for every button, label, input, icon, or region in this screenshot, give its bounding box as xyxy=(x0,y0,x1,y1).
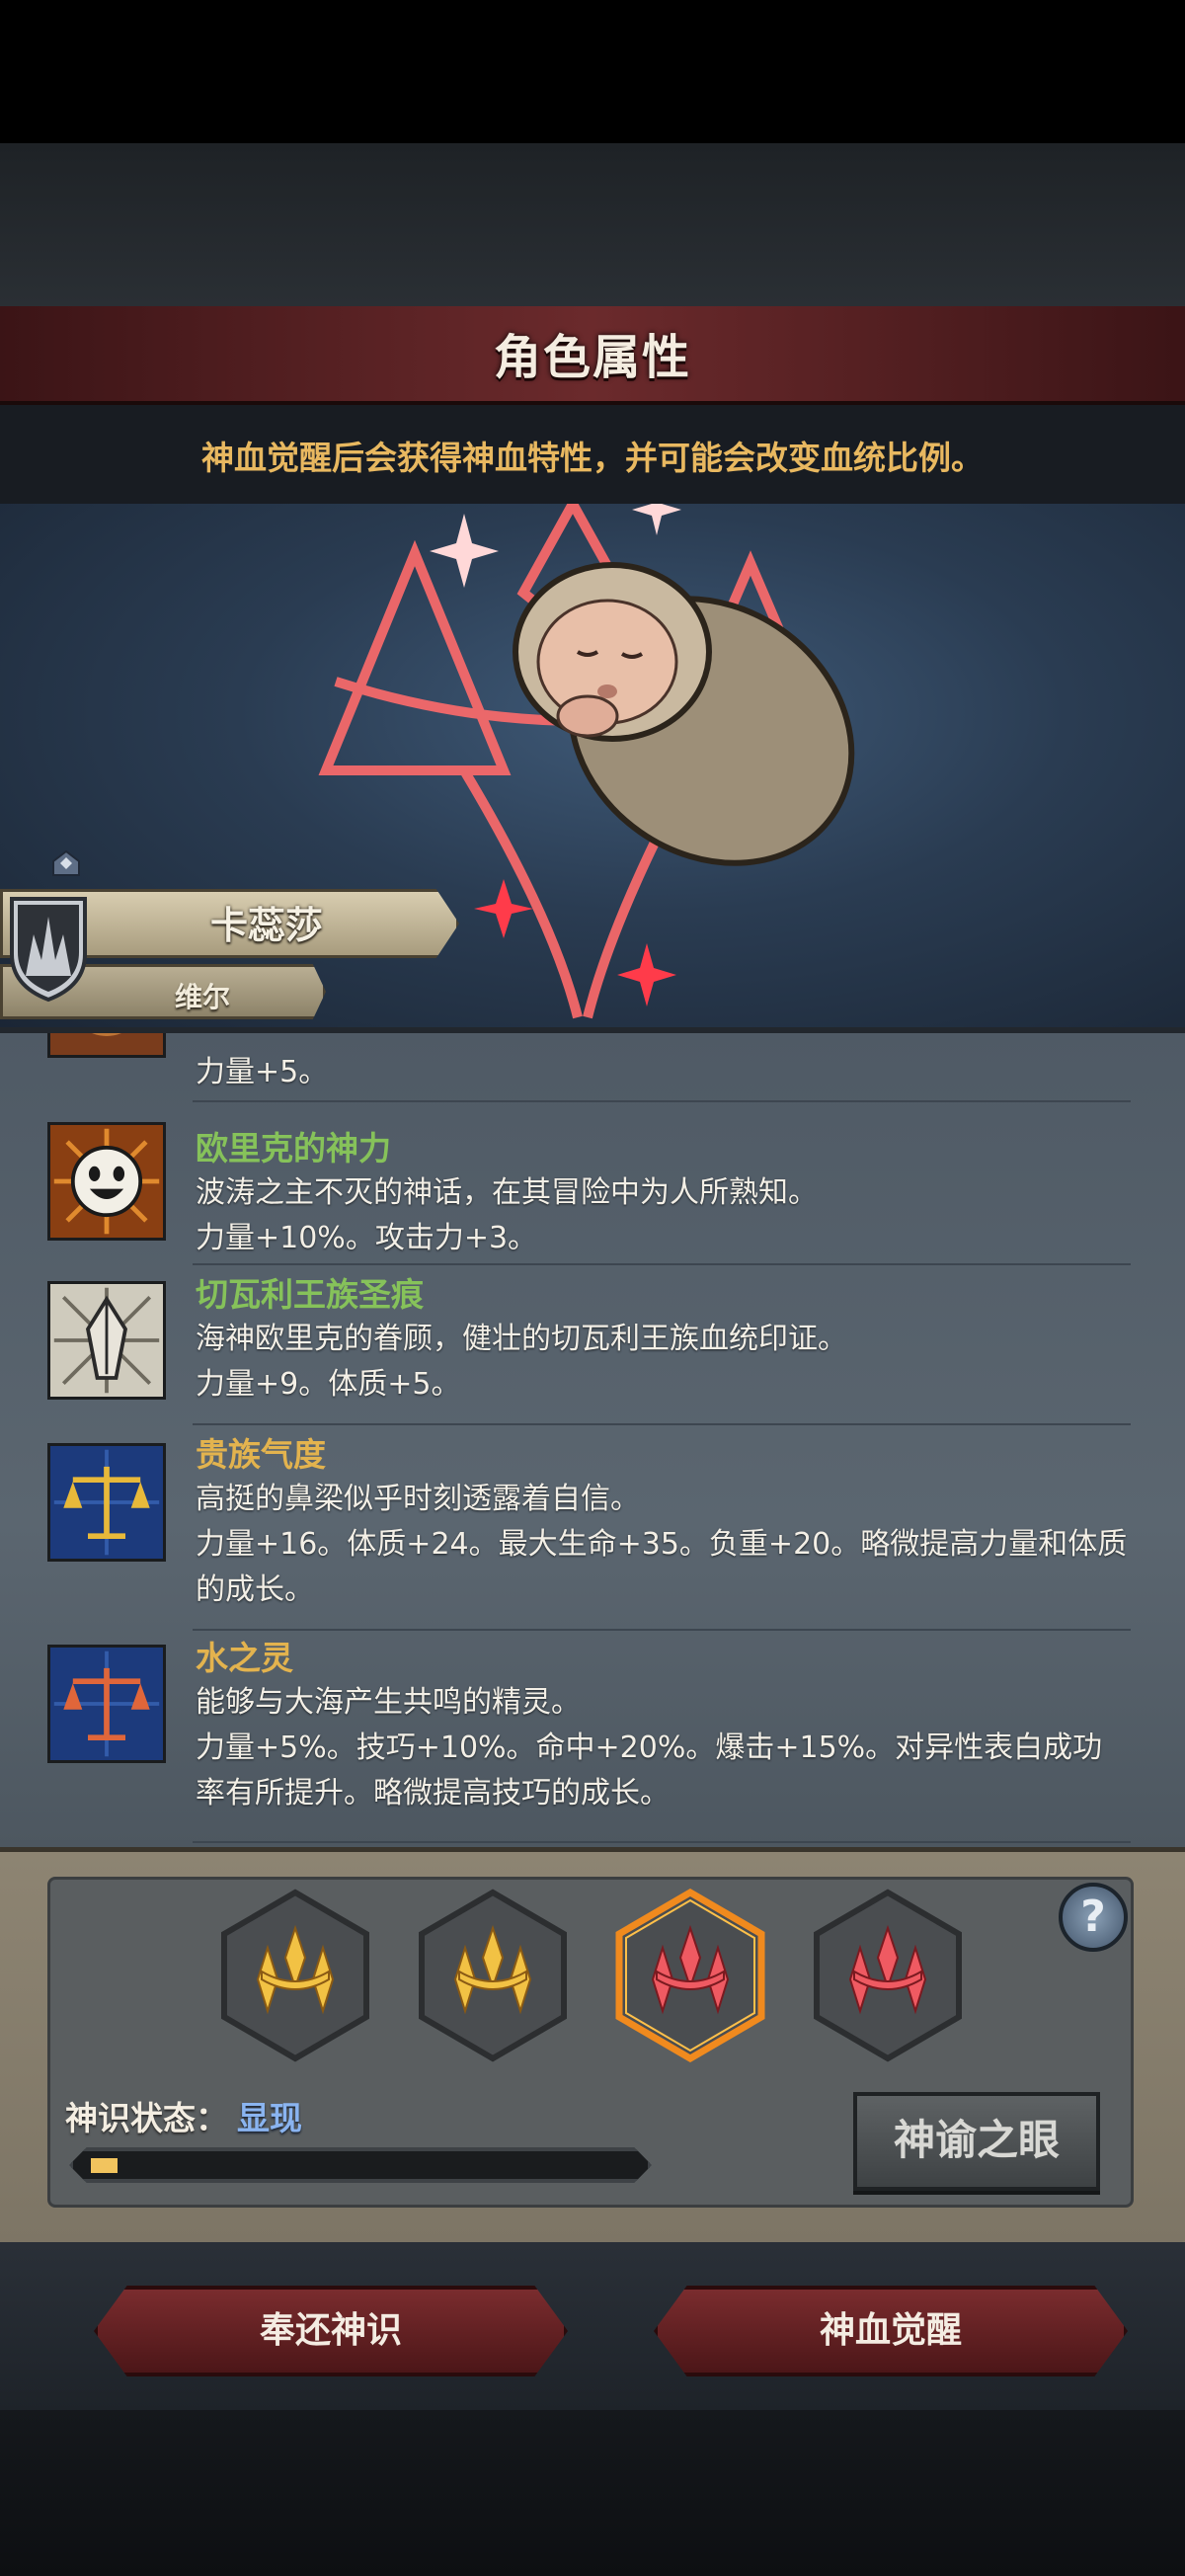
awakening-slot-4[interactable] xyxy=(811,1889,965,2062)
trait-effect-continued: 的成长。 xyxy=(196,1572,314,1607)
trait-title: 贵族气度 xyxy=(196,1435,326,1474)
trait-effect: 力量+5%。技巧+10%。命中+20%。爆击+15%。对异性表白成功 xyxy=(196,1731,1103,1765)
trait-description: 力量+5。 xyxy=(196,1055,329,1089)
help-button[interactable]: ? xyxy=(1059,1883,1128,1952)
trait-description: 海神欧里克的眷顾，健壮的切瓦利王族血统印证。 xyxy=(196,1322,847,1356)
trait-title: 水之灵 xyxy=(196,1639,293,1677)
trait-list[interactable]: 力量+5。 欧里克的神力 波涛之主不灭的神话，在其冒险中为人所熟知。 力量+10… xyxy=(0,1027,1185,1847)
rank-pip-icon xyxy=(52,849,80,876)
return-divinity-button[interactable]: 奉还神识 xyxy=(94,2286,568,2376)
awakening-hint: 神血觉醒后会获得神血特性，并可能会改变血统比例。 xyxy=(201,439,984,477)
baby-icon xyxy=(513,562,855,866)
page-title: 角色属性 xyxy=(493,330,691,385)
divider xyxy=(193,1100,1131,1102)
trait-title: 欧里克的神力 xyxy=(196,1129,391,1167)
trait-title: 切瓦利王族圣痕 xyxy=(196,1275,424,1314)
stigmata-trait-icon xyxy=(47,1281,166,1400)
divider xyxy=(193,1629,1131,1631)
awakening-slot-1[interactable] xyxy=(218,1889,372,2062)
strength-trait-icon xyxy=(47,1033,166,1058)
character-name: 卡蕊莎 xyxy=(209,904,323,947)
trait-effect: 力量+10%。攻击力+3。 xyxy=(196,1221,538,1255)
trait-effect: 力量+16。体质+24。最大生命+35。负重+20。略微提高力量和体质 xyxy=(196,1527,1128,1562)
water-spirit-trait-icon xyxy=(47,1645,166,1763)
family-crest-icon[interactable] xyxy=(8,895,89,1004)
divine-status-label: 神识状态： xyxy=(65,2099,228,2137)
trait-effect-continued: 率有所提升。略微提高技巧的成长。 xyxy=(196,1776,670,1811)
divider xyxy=(193,1263,1131,1265)
top-backdrop xyxy=(0,143,1185,306)
divider xyxy=(193,1841,1131,1843)
divine-status-value: 显现 xyxy=(237,2099,302,2137)
divider xyxy=(193,1423,1131,1425)
scales-trait-icon xyxy=(47,1443,166,1562)
trait-description: 波涛之主不灭的神话，在其冒险中为人所熟知。 xyxy=(196,1175,818,1210)
divine-progress-fill xyxy=(91,2158,118,2173)
smiling-face-trait-icon xyxy=(47,1122,166,1241)
divine-progress-bar xyxy=(69,2147,652,2183)
awakening-slot-2[interactable] xyxy=(416,1889,570,2062)
trait-effect: 力量+9。体质+5。 xyxy=(196,1367,461,1402)
awakening-slot-3-selected[interactable] xyxy=(613,1889,767,2062)
status-bar-area xyxy=(0,0,1185,143)
oracle-eye-button[interactable]: 神谕之眼 xyxy=(853,2092,1100,2191)
bottom-backdrop xyxy=(0,2410,1185,2576)
character-origin: 维尔 xyxy=(174,981,230,1013)
trait-description: 高挺的鼻梁似乎时刻透露着自信。 xyxy=(196,1482,640,1516)
blood-awaken-button[interactable]: 神血觉醒 xyxy=(654,2286,1128,2376)
trait-description: 能够与大海产生共鸣的精灵。 xyxy=(196,1685,581,1720)
